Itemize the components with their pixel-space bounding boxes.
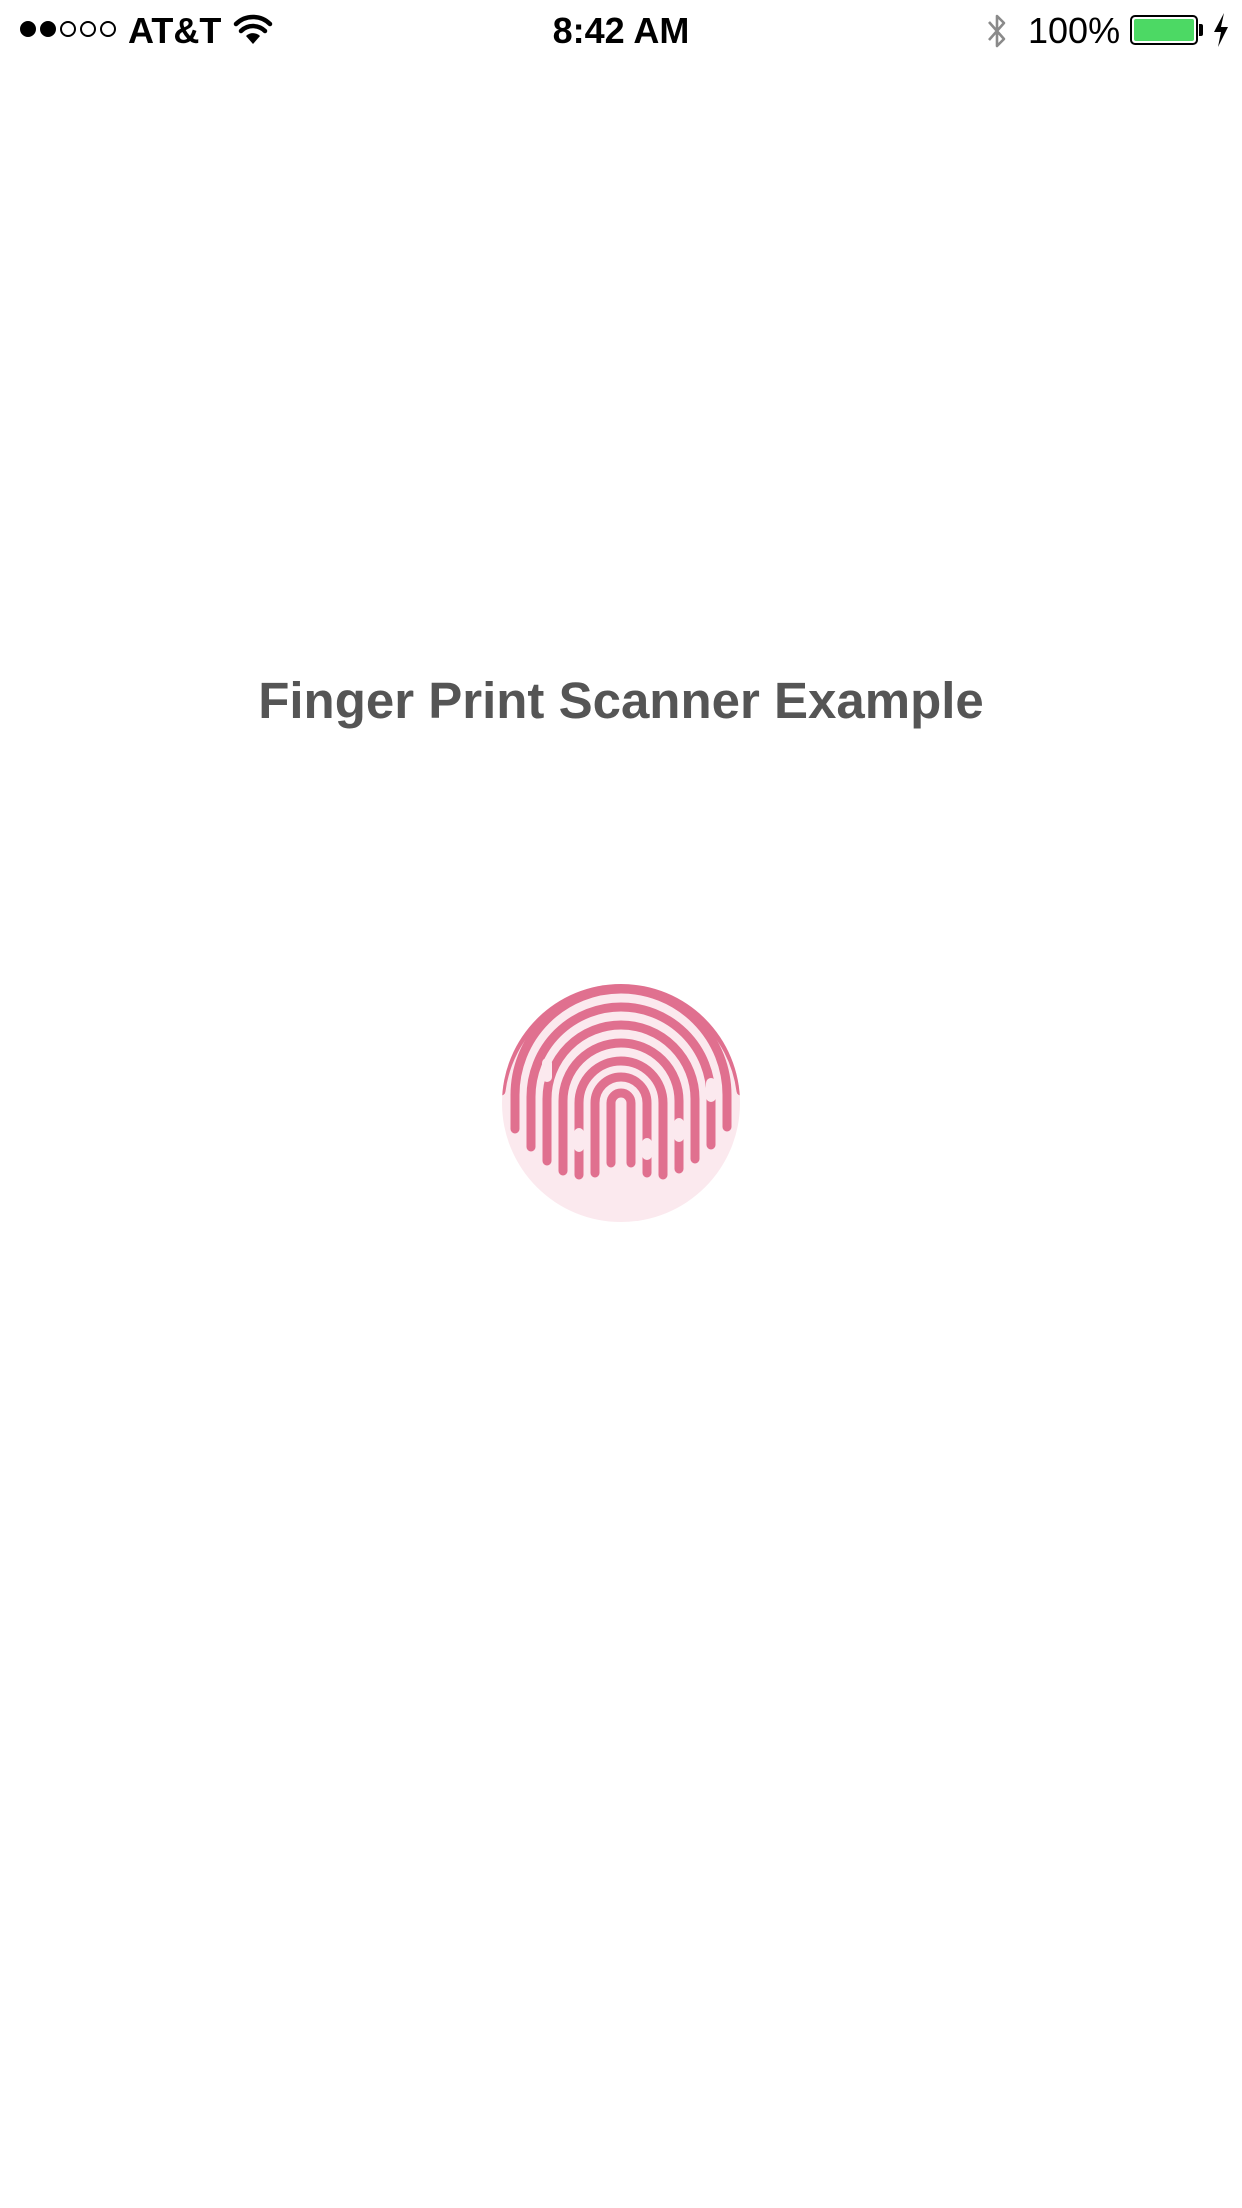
battery-percent: 100% bbox=[1028, 10, 1121, 51]
fingerprint-icon[interactable] bbox=[501, 983, 741, 1223]
charging-icon bbox=[1214, 13, 1228, 47]
battery-level bbox=[1134, 19, 1194, 41]
bluetooth-icon bbox=[988, 14, 1006, 48]
battery-icon bbox=[1130, 15, 1198, 45]
page-title: Finger Print Scanner Example bbox=[258, 672, 984, 729]
app-screen: AT&T 8:42 AM 100% Finger Print Scanner E… bbox=[0, 0, 1242, 2208]
status-bar: AT&T 8:42 AM 100% bbox=[0, 0, 1242, 60]
battery-tip bbox=[1199, 24, 1203, 36]
